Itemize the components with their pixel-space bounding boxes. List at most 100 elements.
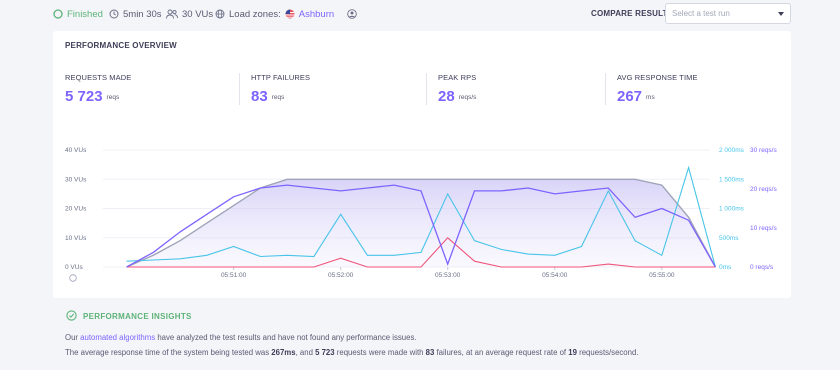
rps-point — [554, 193, 555, 194]
response_time-point — [126, 261, 127, 262]
status-text: Finished — [67, 8, 103, 20]
x-axis-clock-icon — [69, 274, 77, 282]
failures-point — [688, 266, 689, 267]
vus-point — [527, 179, 528, 180]
response_time-point — [661, 255, 662, 256]
response_time-point — [260, 256, 261, 257]
vus-point — [447, 179, 448, 180]
response_time-point — [153, 259, 154, 260]
x-tick-label: 05:53:00 — [435, 272, 461, 279]
y-right-ms-tick-label: 0ms — [719, 264, 732, 271]
response_time-point — [501, 249, 502, 250]
y-right-rps-tick-label: 20 reqs/s — [750, 186, 777, 193]
response_time-point — [340, 214, 341, 215]
y-left-tick-label: 30 VUs — [65, 176, 87, 183]
failures-point — [635, 266, 636, 267]
vus-point — [474, 179, 475, 180]
y-right-rps-tick-label: 10 reqs/s — [750, 225, 777, 232]
clock-icon — [109, 9, 119, 19]
rps-point — [474, 190, 475, 191]
vus-point — [554, 179, 555, 180]
response_time-point — [394, 255, 395, 256]
failures-point — [661, 266, 662, 267]
response_time-point — [554, 255, 555, 256]
response_time-point — [581, 246, 582, 247]
failures-point — [474, 261, 475, 262]
rps-point — [420, 190, 421, 191]
y-left-tick-label: 10 VUs — [65, 235, 87, 242]
response_time-point — [287, 255, 288, 256]
failures-point — [715, 266, 716, 267]
rps-point — [260, 187, 261, 188]
failures-point — [501, 266, 502, 267]
rps-point — [661, 208, 662, 209]
rps-point — [206, 214, 207, 215]
failures-point — [233, 266, 234, 267]
rps-point — [635, 217, 636, 218]
load-zones-label: Load zones: — [229, 8, 281, 20]
rps-point — [447, 264, 448, 265]
response_time-point — [527, 254, 528, 255]
failures-point — [394, 266, 395, 267]
vus-point — [581, 179, 582, 180]
rps-point — [527, 187, 528, 188]
compare-result-label: COMPARE RESULT — [591, 9, 668, 18]
failures-point — [608, 264, 609, 265]
failures-point — [447, 237, 448, 238]
check-circle-icon — [66, 310, 77, 321]
status-circle-icon — [53, 9, 63, 19]
user-avatar-icon[interactable] — [347, 9, 357, 19]
y-right-ms-tick-label: 1 000ms — [719, 206, 745, 213]
test-run-header: Finished 5min 30s 30 VUs Load zones: Ash… — [0, 0, 840, 28]
response_time-point — [447, 193, 448, 194]
vus-point — [206, 223, 207, 224]
y-right-ms-tick-label: 500ms — [719, 235, 739, 242]
x-tick-label: 05:55:00 — [649, 272, 675, 279]
response_time-point — [635, 240, 636, 241]
automated-algorithms-link[interactable]: automated algorithms — [80, 333, 155, 342]
insights-summary: Our automated algorithms have analyzed t… — [65, 333, 417, 342]
status-indicator: Finished — [53, 7, 103, 21]
response_time-point — [180, 258, 181, 259]
failures-point — [260, 266, 261, 267]
y-right-ms-tick-label: 2 000ms — [719, 147, 745, 154]
users-icon — [166, 9, 178, 19]
load-zones: Load zones: Ashburn — [215, 7, 361, 21]
performance-overview-card: PERFORMANCE OVERVIEW REQUESTS MADE 5 723… — [53, 31, 791, 298]
vus-point — [287, 179, 288, 180]
load-zone-link[interactable]: Ashburn — [299, 9, 334, 20]
us-flag-icon — [285, 9, 295, 19]
rps-point — [608, 187, 609, 188]
performance-insights: PERFORMANCE INSIGHTS Our automated algor… — [53, 305, 791, 367]
rps-point — [287, 185, 288, 186]
failures-point — [367, 266, 368, 267]
rps-point — [501, 190, 502, 191]
duration: 5min 30s — [109, 7, 162, 21]
rps-point — [340, 190, 341, 191]
failures-point — [180, 266, 181, 267]
rps-point — [233, 196, 234, 197]
chevron-down-icon — [778, 12, 784, 16]
rps-point — [394, 185, 395, 186]
insights-details: The average response time of the system … — [65, 348, 639, 357]
vus-point — [608, 179, 609, 180]
y-right-rps-tick-label: 0 reqs/s — [750, 264, 774, 271]
y-left-tick-label: 20 VUs — [65, 206, 87, 213]
failures-point — [340, 258, 341, 259]
performance-chart[interactable]: 40 VUs 30 VUs 20 VUs 10 VUs 0 VUs 2 000ms 1 50… — [53, 31, 791, 298]
response_time-point — [688, 167, 689, 168]
y-right-rps-tick-label: 30 reqs/s — [750, 147, 777, 154]
failures-point — [313, 266, 314, 267]
response_time-point — [206, 255, 207, 256]
vus-point — [153, 255, 154, 256]
vus-point — [340, 179, 341, 180]
failures-point — [287, 266, 288, 267]
rps-point — [153, 252, 154, 253]
y-right-ms-tick-label: 1 500ms — [719, 176, 745, 183]
response_time-point — [420, 252, 421, 253]
vus-point — [420, 179, 421, 180]
virtual-users: 30 VUs — [166, 7, 213, 21]
compare-run-select[interactable]: Select a test run — [665, 3, 791, 24]
y-left-tick-label: 0 VUs — [65, 264, 83, 271]
failures-point — [527, 266, 528, 267]
